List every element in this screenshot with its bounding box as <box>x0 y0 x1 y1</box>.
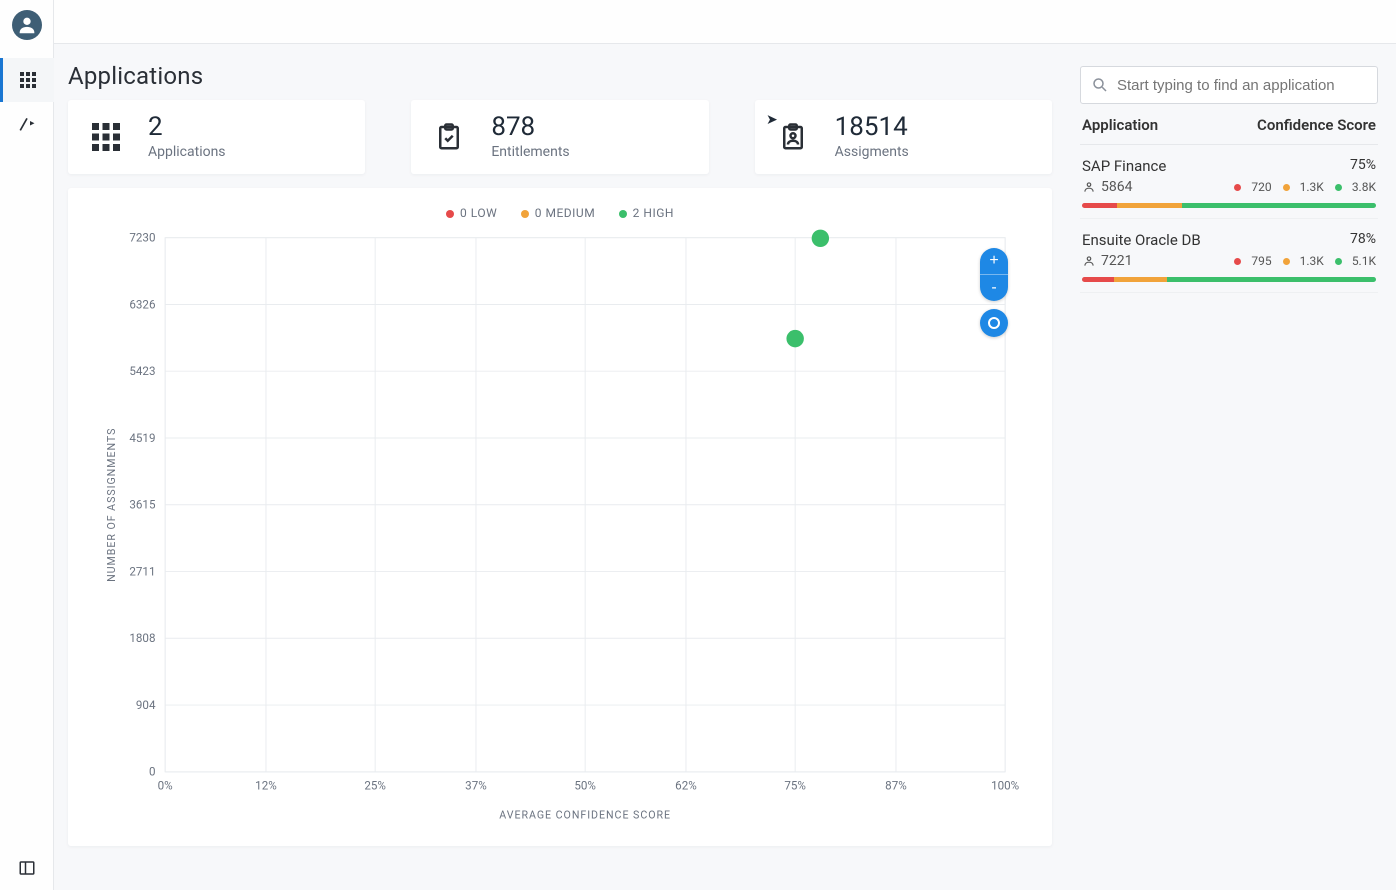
card-ent-label: Entitlements <box>491 144 569 160</box>
app-score: 78% <box>1350 231 1376 249</box>
svg-text:AVERAGE CONFIDENCE SCORE: AVERAGE CONFIDENCE SCORE <box>499 808 671 821</box>
app-list-item[interactable]: Ensuite Oracle DB 78% 7221 795 1.3K 5.1K <box>1080 219 1378 293</box>
svg-text:0: 0 <box>149 765 156 779</box>
col-confidence: Confidence Score <box>1257 116 1376 134</box>
app-bar <box>1082 277 1376 282</box>
user-icon <box>1082 180 1096 194</box>
svg-text:4519: 4519 <box>129 431 155 445</box>
svg-text:0%: 0% <box>158 778 173 792</box>
app-score: 75% <box>1350 157 1376 175</box>
svg-text:7230: 7230 <box>129 231 155 245</box>
card-ent-value: 878 <box>491 114 569 140</box>
svg-text:6326: 6326 <box>129 297 155 311</box>
search-input-wrapper[interactable] <box>1080 66 1378 104</box>
svg-text:75%: 75% <box>784 778 806 792</box>
svg-text:3615: 3615 <box>129 498 156 512</box>
card-apps-value: 2 <box>148 114 226 140</box>
svg-text:100%: 100% <box>991 778 1019 792</box>
avatar[interactable] <box>12 10 42 40</box>
scatter-plot[interactable]: 0% 12% 25% 37% 50% 62% 75% 87% 100% 0 904 1808 2711 3… <box>88 228 1032 828</box>
app-breakdown: 720 1.3K 3.8K <box>1230 180 1376 194</box>
zoom-out-button[interactable]: - <box>980 275 1008 301</box>
zoom-reset-button[interactable] <box>980 309 1008 337</box>
svg-text:87%: 87% <box>885 778 907 792</box>
svg-text:2711: 2711 <box>129 564 155 578</box>
clipboard-check-icon <box>429 117 469 157</box>
svg-text:37%: 37% <box>465 778 487 792</box>
page-title: Applications <box>68 62 1052 90</box>
card-asg-value: 18514 <box>835 114 909 140</box>
card-applications: 2 Applications <box>68 100 365 174</box>
col-application: Application <box>1082 116 1158 134</box>
svg-text:12%: 12% <box>255 778 277 792</box>
legend-low[interactable]: 0 LOW <box>446 206 497 220</box>
zoom-in-button[interactable]: + <box>980 248 1008 274</box>
nav-rules-icon[interactable] <box>0 102 54 146</box>
svg-text:1808: 1808 <box>129 631 155 645</box>
card-entitlements: 878 Entitlements <box>411 100 708 174</box>
svg-text:NUMBER OF ASSIGNMENTS: NUMBER OF ASSIGNMENTS <box>105 428 118 582</box>
app-breakdown: 795 1.3K 5.1K <box>1230 254 1376 268</box>
nav-applications-icon[interactable] <box>0 58 54 102</box>
svg-text:50%: 50% <box>574 778 596 792</box>
app-name: SAP Finance <box>1082 157 1166 175</box>
card-assignments: 18514 Assigments <box>755 100 1052 174</box>
app-users: 5864 <box>1082 179 1132 195</box>
grid-icon <box>86 117 126 157</box>
clipboard-user-icon <box>773 117 813 157</box>
svg-text:25%: 25% <box>364 778 386 792</box>
legend-high[interactable]: 2 HIGH <box>619 206 674 220</box>
search-icon <box>1091 76 1109 94</box>
app-users: 7221 <box>1082 253 1132 269</box>
svg-text:62%: 62% <box>675 778 697 792</box>
legend-medium[interactable]: 0 MEDIUM <box>521 206 595 220</box>
app-list-item[interactable]: SAP Finance 75% 5864 720 1.3K 3.8K <box>1080 145 1378 219</box>
app-bar <box>1082 203 1376 208</box>
app-name: Ensuite Oracle DB <box>1082 231 1201 249</box>
nav-panel-toggle-icon[interactable] <box>0 846 54 890</box>
card-asg-label: Assigments <box>835 144 909 160</box>
svg-text:5423: 5423 <box>129 364 155 378</box>
user-icon <box>1082 254 1096 268</box>
search-input[interactable] <box>1109 76 1367 95</box>
card-apps-label: Applications <box>148 144 226 160</box>
svg-text:904: 904 <box>136 698 156 712</box>
